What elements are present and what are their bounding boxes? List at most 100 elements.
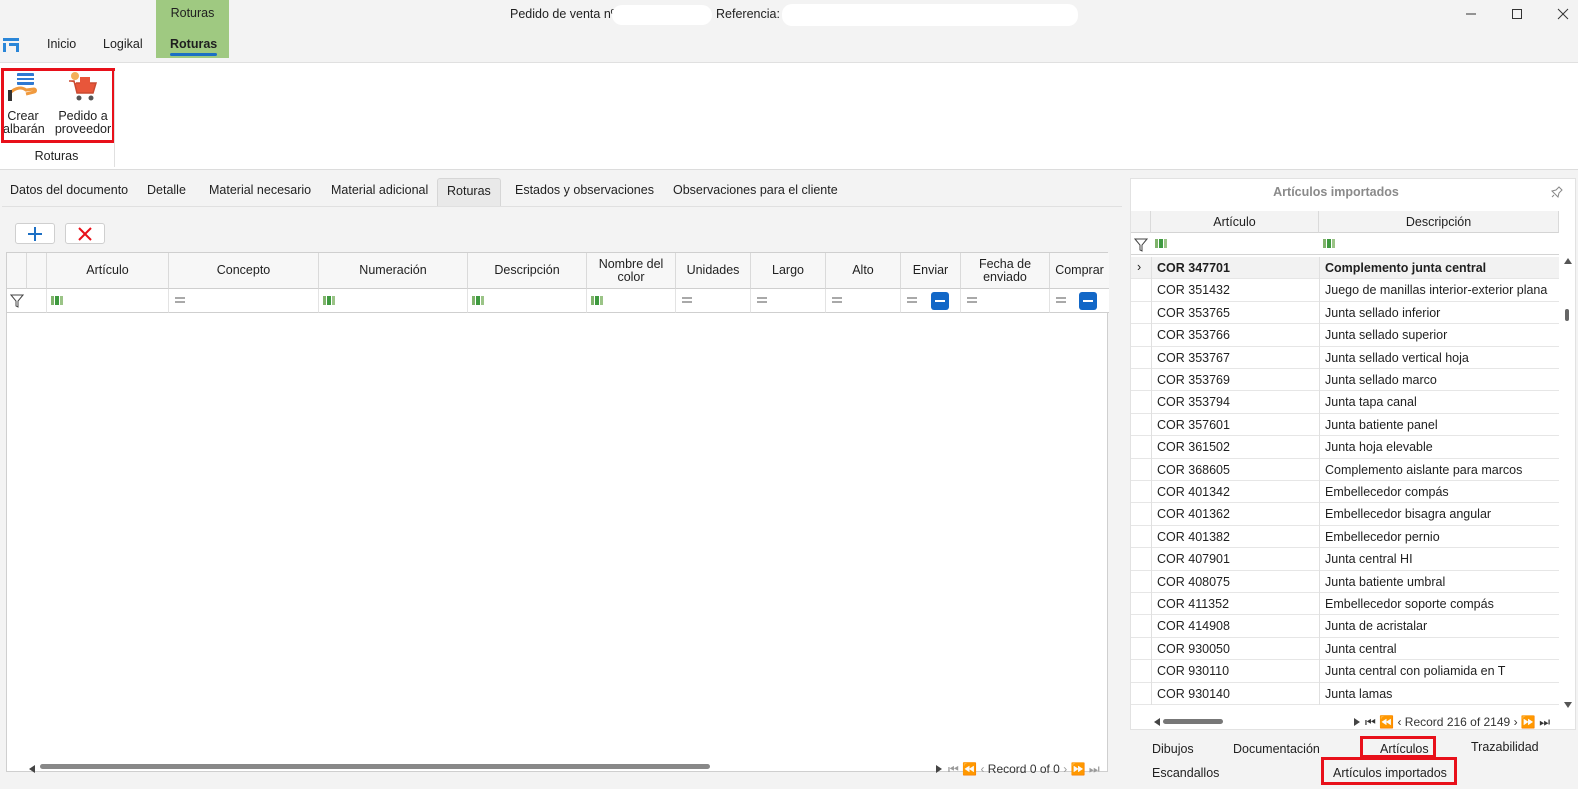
table-row[interactable]: COR 353766 Junta sellado superior bbox=[1131, 324, 1559, 347]
cell-descripcion: Junta sellado inferior bbox=[1325, 305, 1441, 320]
tab-material-necesario[interactable]: Material necesario bbox=[200, 178, 320, 206]
tab-roturas[interactable]: Roturas bbox=[437, 178, 501, 206]
imported-filter-row[interactable] bbox=[1131, 233, 1559, 255]
filter-numeracion[interactable] bbox=[319, 289, 468, 313]
ribbon-tab-logikal[interactable]: Logikal bbox=[103, 37, 143, 51]
filter-enviar[interactable] bbox=[901, 289, 961, 313]
comprar-filter-toggle[interactable] bbox=[1079, 292, 1097, 310]
scroll-down-icon[interactable] bbox=[1563, 701, 1573, 709]
last-page-icon[interactable]: ⏭ bbox=[1089, 762, 1100, 776]
filter-comprar[interactable] bbox=[1050, 289, 1109, 313]
vertical-scroll-thumb[interactable] bbox=[1565, 309, 1569, 321]
next-page-fast-icon[interactable]: ⏩ bbox=[1521, 715, 1536, 729]
text-filter-icon bbox=[1155, 239, 1169, 248]
tab-observaciones-cliente[interactable]: Observaciones para el cliente bbox=[664, 178, 847, 206]
grid-horizontal-scrollbar[interactable] bbox=[40, 764, 710, 769]
app-logo-icon[interactable] bbox=[3, 38, 19, 52]
prev-page-fast-icon[interactable]: ⏪ bbox=[962, 762, 977, 776]
column-divider bbox=[1319, 257, 1320, 705]
col-header-fecha-enviado[interactable]: Fecha de enviado bbox=[961, 253, 1050, 289]
prev-page-icon[interactable]: ‹ bbox=[1397, 715, 1401, 729]
prev-page-icon[interactable]: ‹ bbox=[980, 762, 984, 776]
tab-trazabilidad[interactable]: Trazabilidad bbox=[1471, 740, 1539, 754]
roturas-grid[interactable]: Artículo Concepto Numeración Descripción… bbox=[6, 252, 1109, 772]
table-row[interactable]: COR 401362 Embellecedor bisagra angular bbox=[1131, 503, 1559, 526]
col-header-comprar[interactable]: Comprar bbox=[1050, 253, 1109, 289]
col-header-descripcion-importado[interactable]: Descripción bbox=[1319, 211, 1559, 233]
tab-estados-observaciones[interactable]: Estados y observaciones bbox=[506, 178, 663, 206]
pin-icon[interactable] bbox=[1551, 186, 1563, 198]
tab-detalle[interactable]: Detalle bbox=[138, 178, 195, 206]
first-page-icon[interactable]: ⏮ bbox=[948, 762, 959, 776]
enviar-filter-toggle[interactable] bbox=[931, 292, 949, 310]
scroll-up-icon[interactable] bbox=[1563, 257, 1573, 265]
maximize-icon bbox=[1512, 9, 1522, 19]
last-page-icon[interactable]: ⏭ bbox=[1539, 715, 1550, 729]
table-row[interactable]: COR 351432 Juego de manillas interior-ext… bbox=[1131, 279, 1559, 302]
maximize-button[interactable] bbox=[1494, 0, 1540, 28]
col-header-largo[interactable]: Largo bbox=[751, 253, 826, 289]
cell-descripcion: Junta de acristalar bbox=[1325, 619, 1428, 634]
filter-nombre-color[interactable] bbox=[587, 289, 676, 313]
table-row[interactable]: COR 353794 Junta tapa canal bbox=[1131, 391, 1559, 414]
col-header-enviar[interactable]: Enviar bbox=[901, 253, 961, 289]
filter-alto[interactable] bbox=[826, 289, 901, 313]
tab-material-adicional[interactable]: Material adicional bbox=[322, 178, 437, 206]
table-row[interactable]: COR 414908 Junta de acristalar bbox=[1131, 615, 1559, 638]
table-row[interactable]: › COR 347701 Complemento junta central bbox=[1131, 257, 1559, 280]
table-row[interactable]: COR 930140 Junta lamas bbox=[1131, 683, 1559, 705]
next-page-icon[interactable]: › bbox=[1514, 715, 1518, 729]
filter-concepto[interactable] bbox=[169, 289, 319, 313]
col-header-descripcion[interactable]: Descripción bbox=[468, 253, 587, 289]
tab-datos-del-documento[interactable]: Datos del documento bbox=[1, 178, 137, 206]
scroll-right-icon[interactable] bbox=[1353, 717, 1361, 727]
tab-dibujos[interactable]: Dibujos bbox=[1152, 742, 1194, 756]
first-page-icon[interactable]: ⏮ bbox=[1365, 715, 1376, 729]
next-page-fast-icon[interactable]: ⏩ bbox=[1071, 762, 1086, 776]
scroll-left-icon[interactable] bbox=[1153, 717, 1161, 727]
col-header-articulo-importado[interactable]: Artículo bbox=[1151, 211, 1319, 233]
tab-documentacion[interactable]: Documentación bbox=[1233, 742, 1320, 756]
col-header-unidades[interactable]: Unidades bbox=[676, 253, 751, 289]
col-header-concepto[interactable]: Concepto bbox=[169, 253, 319, 289]
filter-row-icon-cell[interactable] bbox=[7, 289, 47, 313]
delete-button[interactable] bbox=[65, 223, 105, 244]
table-row[interactable]: COR 408075 Junta batiente umbral bbox=[1131, 571, 1559, 593]
table-row[interactable]: COR 368605 Complemento aislante para marc… bbox=[1131, 459, 1559, 481]
filter-unidades[interactable] bbox=[676, 289, 751, 313]
table-row[interactable]: COR 930050 Junta central bbox=[1131, 638, 1559, 661]
table-row[interactable]: COR 357601 Junta batiente panel bbox=[1131, 414, 1559, 437]
ribbon-tab-inicio[interactable]: Inicio bbox=[47, 37, 76, 51]
scroll-left-icon[interactable] bbox=[28, 764, 36, 774]
scroll-right-icon[interactable] bbox=[935, 764, 943, 774]
prev-page-fast-icon[interactable]: ⏪ bbox=[1379, 715, 1394, 729]
col-header-alto[interactable]: Alto bbox=[826, 253, 901, 289]
table-row[interactable]: COR 353769 Junta sellado marco bbox=[1131, 369, 1559, 392]
filter-descripcion[interactable] bbox=[468, 289, 587, 313]
imported-horizontal-scrollbar[interactable] bbox=[1163, 719, 1223, 724]
cell-articulo: COR 401342 bbox=[1157, 485, 1230, 499]
table-row[interactable]: COR 411352 Embellecedor soporte compás bbox=[1131, 593, 1559, 616]
tab-escandallos[interactable]: Escandallos bbox=[1152, 766, 1219, 780]
cell-descripcion: Embellecedor pernio bbox=[1325, 529, 1440, 544]
minimize-button[interactable] bbox=[1448, 0, 1494, 28]
col-header-articulo[interactable]: Artículo bbox=[47, 253, 169, 289]
add-button[interactable] bbox=[15, 223, 55, 244]
ribbon-tab-roturas[interactable]: Roturas bbox=[170, 37, 218, 56]
table-row[interactable]: COR 930110 Junta central con poliamida en… bbox=[1131, 660, 1559, 683]
table-row[interactable]: COR 361502 Junta hoja elevable bbox=[1131, 436, 1559, 459]
filter-articulo[interactable] bbox=[47, 289, 169, 313]
table-row[interactable]: COR 401342 Embellecedor compás bbox=[1131, 481, 1559, 504]
col-header-numeracion[interactable]: Numeración bbox=[319, 253, 468, 289]
filter-largo[interactable] bbox=[751, 289, 826, 313]
close-window-button[interactable] bbox=[1540, 0, 1578, 28]
table-row[interactable]: COR 353767 Junta sellado vertical hoja bbox=[1131, 347, 1559, 369]
cell-descripcion: Junta batiente umbral bbox=[1325, 574, 1446, 589]
col-header-nombre-color[interactable]: Nombre del color bbox=[587, 253, 676, 289]
next-page-icon[interactable]: › bbox=[1063, 762, 1067, 776]
table-row[interactable]: COR 353765 Junta sellado inferior bbox=[1131, 302, 1559, 325]
cell-descripcion: Junta tapa canal bbox=[1325, 395, 1417, 410]
table-row[interactable]: COR 407901 Junta central HI bbox=[1131, 548, 1559, 571]
filter-fecha-enviado[interactable] bbox=[961, 289, 1050, 313]
table-row[interactable]: COR 401382 Embellecedor pernio bbox=[1131, 526, 1559, 549]
